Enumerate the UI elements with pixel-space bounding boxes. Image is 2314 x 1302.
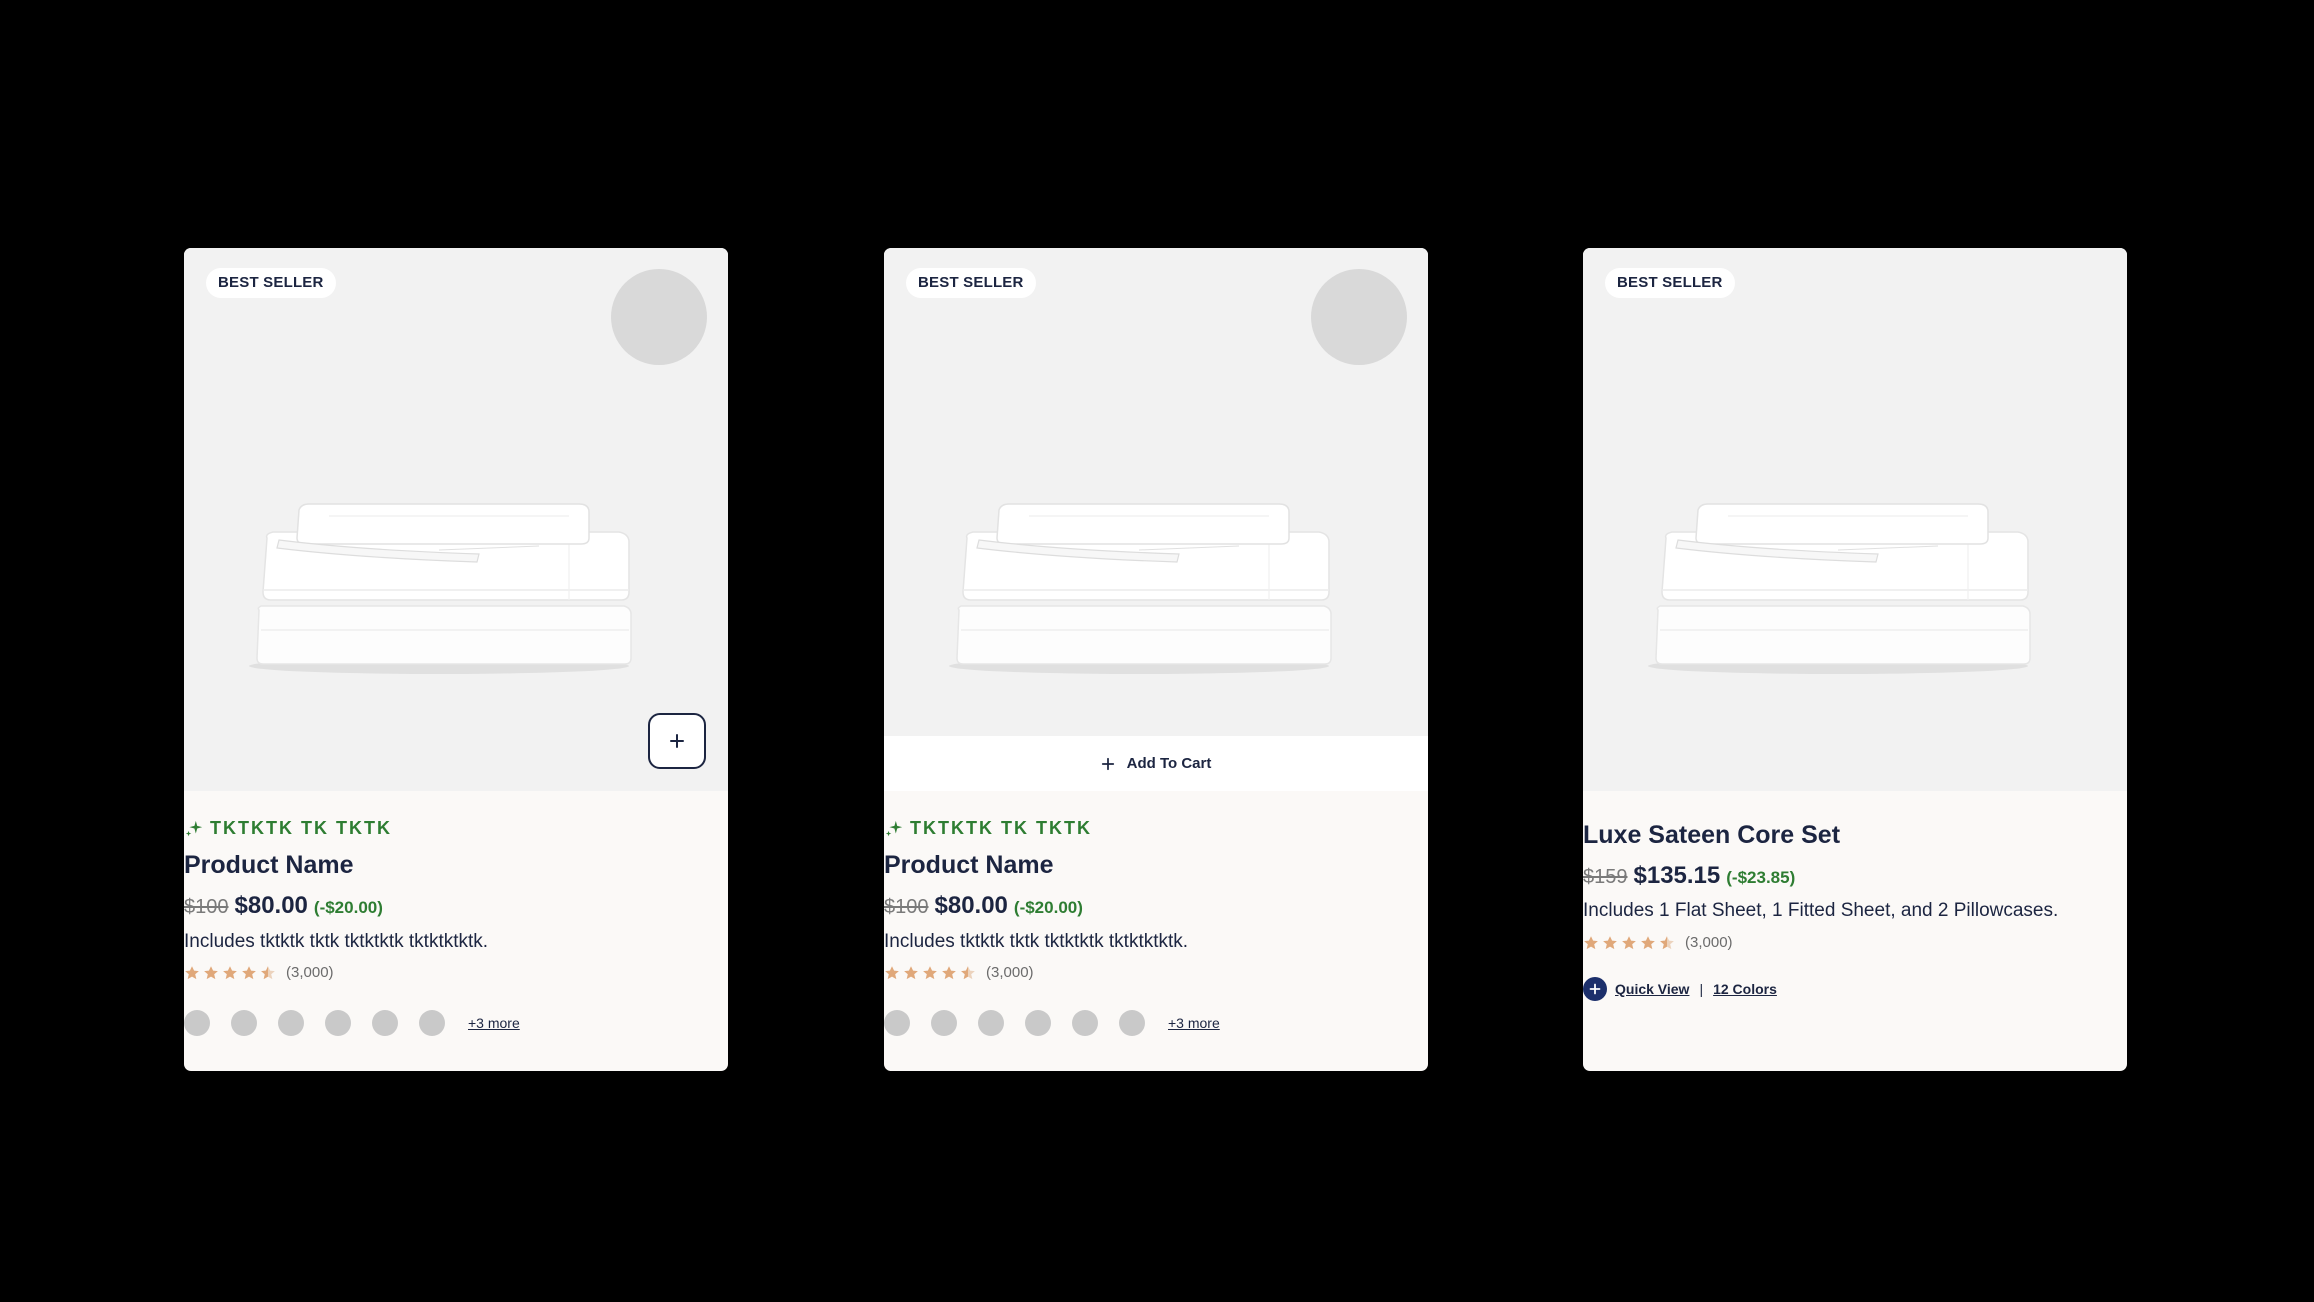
price-row: $100 $80.00 (-$20.00): [184, 892, 383, 920]
review-count: (3,000): [986, 964, 1034, 981]
color-swatch[interactable]: [884, 1010, 910, 1036]
color-swatches: +3 more: [184, 1010, 520, 1036]
savings-amount: (-$23.85): [1726, 868, 1796, 887]
promo-label: TKTKTK TK TKTK: [884, 818, 1092, 839]
original-price: $100: [184, 896, 229, 918]
more-colors-link[interactable]: +3 more: [1168, 1015, 1220, 1031]
product-name[interactable]: Product Name: [884, 851, 1053, 880]
product-image[interactable]: BEST SELLER: [1583, 248, 2127, 791]
best-seller-badge: BEST SELLER: [1605, 268, 1735, 298]
price-row: $159 $135.15 (-$23.85): [1583, 862, 1795, 890]
star-half-icon: [960, 965, 976, 981]
star-icon: [903, 965, 919, 981]
product-image[interactable]: BEST SELLER Add To Cart: [884, 248, 1428, 791]
star-icon: [241, 965, 257, 981]
star-icon: [184, 965, 200, 981]
sheet-set-image: [239, 480, 634, 680]
add-to-cart-button[interactable]: Add To Cart: [884, 736, 1428, 791]
review-count: (3,000): [1685, 934, 1733, 951]
promo-text: TKTKTK TK TKTK: [910, 818, 1092, 838]
star-icon: [884, 965, 900, 981]
product-card[interactable]: BEST SELLER TKTKTK TK TKTK Product Name …: [184, 248, 728, 1071]
colors-count-link[interactable]: 12 Colors: [1713, 981, 1777, 997]
add-to-cart-label: Add To Cart: [1126, 755, 1212, 772]
price-row: $100 $80.00 (-$20.00): [884, 892, 1083, 920]
quick-view-row: Quick View | 12 Colors: [1583, 977, 1777, 1001]
quick-view-link[interactable]: Quick View: [1615, 981, 1689, 997]
more-colors-link[interactable]: +3 more: [468, 1015, 520, 1031]
color-swatch[interactable]: [278, 1010, 304, 1036]
color-swatch[interactable]: [1025, 1010, 1051, 1036]
color-swatch[interactable]: [978, 1010, 1004, 1036]
star-icon: [1640, 935, 1656, 951]
product-image[interactable]: BEST SELLER: [184, 248, 728, 791]
product-card[interactable]: BEST SELLER Luxe Sateen Core Set $159 $1…: [1583, 248, 2127, 1071]
star-icon: [1621, 935, 1637, 951]
product-name[interactable]: Luxe Sateen Core Set: [1583, 821, 1840, 850]
star-rating[interactable]: (3,000): [884, 964, 1034, 981]
sale-price: $135.15: [1633, 862, 1721, 889]
best-seller-badge: BEST SELLER: [906, 268, 1036, 298]
savings-amount: (-$20.00): [313, 898, 383, 917]
sale-price: $80.00: [934, 892, 1008, 919]
sale-price: $80.00: [234, 892, 308, 919]
quick-add-button[interactable]: [648, 713, 706, 769]
color-swatch[interactable]: [1119, 1010, 1145, 1036]
color-swatch[interactable]: [325, 1010, 351, 1036]
color-swatch[interactable]: [419, 1010, 445, 1036]
sheet-set-image: [939, 480, 1334, 680]
image-placeholder-circle: [1311, 269, 1407, 365]
star-half-icon: [260, 965, 276, 981]
promo-text: TKTKTK TK TKTK: [210, 818, 392, 838]
star-icon: [922, 965, 938, 981]
color-swatch[interactable]: [372, 1010, 398, 1036]
star-icon: [203, 965, 219, 981]
plus-circle-icon[interactable]: [1583, 977, 1607, 1001]
sparkle-icon: [184, 819, 204, 839]
star-rating[interactable]: (3,000): [184, 964, 334, 981]
product-description: Includes 1 Flat Sheet, 1 Fitted Sheet, a…: [1583, 900, 2059, 921]
color-swatch[interactable]: [231, 1010, 257, 1036]
product-description: Includes tktktk tktk tktktktk tktktktktk…: [884, 931, 1189, 952]
product-name[interactable]: Product Name: [184, 851, 353, 880]
sparkle-icon: [884, 819, 904, 839]
star-half-icon: [1659, 935, 1675, 951]
savings-amount: (-$20.00): [1013, 898, 1083, 917]
star-icon: [222, 965, 238, 981]
color-swatch[interactable]: [1072, 1010, 1098, 1036]
review-count: (3,000): [286, 964, 334, 981]
separator: |: [1699, 981, 1704, 997]
star-icon: [941, 965, 957, 981]
color-swatch[interactable]: [184, 1010, 210, 1036]
plus-icon: [1101, 757, 1114, 770]
best-seller-badge: BEST SELLER: [206, 268, 336, 298]
plus-icon: [670, 734, 684, 748]
product-description: Includes tktktk tktk tktktktk tktktktktk…: [184, 931, 489, 952]
star-icon: [1602, 935, 1618, 951]
original-price: $159: [1583, 866, 1628, 888]
color-swatches: +3 more: [884, 1010, 1220, 1036]
sheet-set-image: [1638, 480, 2033, 680]
promo-label: TKTKTK TK TKTK: [184, 818, 392, 839]
color-swatch[interactable]: [931, 1010, 957, 1036]
star-rating[interactable]: (3,000): [1583, 934, 1733, 951]
image-placeholder-circle: [611, 269, 707, 365]
star-icon: [1583, 935, 1599, 951]
product-card[interactable]: BEST SELLER Add To Cart TKTKTK TK TKTK P…: [884, 248, 1428, 1071]
original-price: $100: [884, 896, 929, 918]
